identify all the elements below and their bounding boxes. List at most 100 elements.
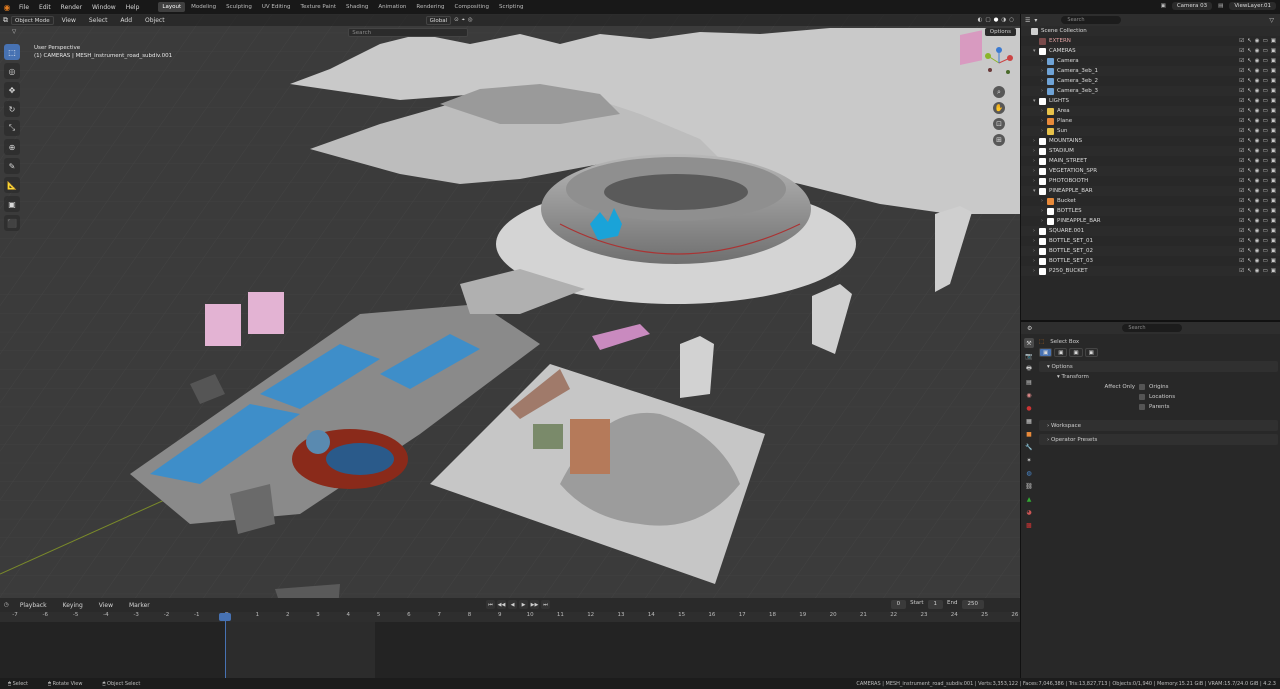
viewport-scene[interactable] [0,14,1020,598]
timeline-track[interactable] [0,622,1020,678]
camera-icon[interactable]: ▭ [1263,198,1268,204]
origins-checkbox[interactable] [1139,384,1145,390]
select-arrow-icon[interactable]: ↖ [1247,58,1252,64]
select-arrow-icon[interactable]: ↖ [1247,88,1252,94]
data-tab-icon[interactable]: ▲ [1024,494,1034,504]
render-tab-icon[interactable]: 📷 [1024,351,1034,361]
transform-orientation-dropdown[interactable]: Global [425,15,452,25]
tab-scripting[interactable]: Scripting [495,2,527,12]
camera-icon[interactable]: ▭ [1263,138,1268,144]
outliner-row[interactable]: › MAIN_STREET ☑ ↖ ◉ ▭ ▣ [1021,156,1280,166]
select-arrow-icon[interactable]: ↖ [1247,78,1252,84]
material-shading-icon[interactable]: ◑ [1001,17,1006,23]
select-arrow-icon[interactable]: ↖ [1247,48,1252,54]
display-mode-icon[interactable]: ▾ [1034,17,1037,24]
outliner-row[interactable]: › Camera_3eb_2 ☑ ↖ ◉ ▭ ▣ [1021,76,1280,86]
timeline-menu-view[interactable]: View [94,602,118,609]
texture-tab-icon[interactable]: ▩ [1024,520,1034,530]
rotate-tool-icon[interactable]: ↻ [4,101,20,117]
tab-compositing[interactable]: Compositing [451,2,493,12]
pivot-icon[interactable]: ⊙ [454,17,459,23]
outliner-row[interactable]: ▾ LIGHTS ☑ ↖ ◉ ▭ ▣ [1021,96,1280,106]
select-arrow-icon[interactable]: ↖ [1247,188,1252,194]
eye-icon[interactable]: ◉ [1255,148,1260,154]
solid-shading-icon[interactable]: ● [994,17,999,23]
render-icon[interactable]: ▣ [1271,178,1276,184]
play-icon[interactable]: ▶ [519,600,528,609]
output-tab-icon[interactable]: 🖶 [1024,364,1034,374]
measure-tool-icon[interactable]: 📐 [4,177,20,193]
eye-icon[interactable]: ◉ [1255,178,1260,184]
camera-icon[interactable]: ▭ [1263,48,1268,54]
camera-icon[interactable]: ▭ [1263,188,1268,194]
eye-icon[interactable]: ◉ [1255,218,1260,224]
outliner-row[interactable]: › Area ☑ ↖ ◉ ▭ ▣ [1021,106,1280,116]
transform-subsection[interactable]: ▾ Transform [1039,372,1278,382]
eye-icon[interactable]: ◉ [1255,228,1260,234]
outliner-row[interactable]: EXTERN ☑ ↖ ◉ ▭ ▣ [1021,36,1280,46]
axis-gizmo-icon[interactable] [982,46,1016,80]
workspace-section[interactable]: › Workspace [1039,420,1278,431]
camera-icon[interactable]: ▭ [1263,268,1268,274]
tab-animation[interactable]: Animation [374,2,410,12]
select-arrow-icon[interactable]: ↖ [1247,208,1252,214]
camera-icon[interactable]: ▭ [1263,38,1268,44]
camera-icon[interactable]: ▭ [1263,248,1268,254]
3d-viewport[interactable]: ⧉ Object Mode View Select Add Object Glo… [0,14,1020,598]
render-icon[interactable]: ▣ [1271,168,1276,174]
next-key-icon[interactable]: ▶▶ [530,600,539,609]
menu-file[interactable]: File [14,4,34,11]
exclude-checkbox-icon[interactable]: ☑ [1239,68,1244,74]
exclude-checkbox-icon[interactable]: ☑ [1239,128,1244,134]
outliner-row[interactable]: › PHOTOBOOTH ☑ ↖ ◉ ▭ ▣ [1021,176,1280,186]
eye-icon[interactable]: ◉ [1255,198,1260,204]
scale-tool-icon[interactable]: ⤡ [4,120,20,136]
render-icon[interactable]: ▣ [1271,228,1276,234]
exclude-checkbox-icon[interactable]: ☑ [1239,118,1244,124]
render-icon[interactable]: ▣ [1271,248,1276,254]
play-reverse-icon[interactable]: ◀ [508,600,517,609]
exclude-checkbox-icon[interactable]: ☑ [1239,88,1244,94]
exclude-checkbox-icon[interactable]: ☑ [1239,268,1244,274]
jump-start-icon[interactable]: ⏮ [486,600,495,609]
eye-icon[interactable]: ◉ [1255,258,1260,264]
exclude-checkbox-icon[interactable]: ☑ [1239,178,1244,184]
menu-edit[interactable]: Edit [34,4,56,11]
mode-extend-icon[interactable]: ▣ [1054,348,1068,357]
select-box-tool-icon[interactable]: ⬚ [4,44,20,60]
outliner-row[interactable]: › BOTTLE_SET_01 ☑ ↖ ◉ ▭ ▣ [1021,236,1280,246]
camera-icon[interactable]: ▭ [1263,68,1268,74]
camera-icon[interactable]: ▭ [1263,158,1268,164]
render-icon[interactable]: ▣ [1271,188,1276,194]
viewport-search[interactable]: Search [348,27,469,37]
select-arrow-icon[interactable]: ↖ [1247,68,1252,74]
menu-window[interactable]: Window [87,4,121,11]
annotate-tool-icon[interactable]: ✎ [4,158,20,174]
select-arrow-icon[interactable]: ↖ [1247,118,1252,124]
outliner-row[interactable]: Scene Collection [1021,26,1280,36]
select-arrow-icon[interactable]: ↖ [1247,158,1252,164]
current-frame-field[interactable]: 0 [890,600,907,609]
outliner-row[interactable]: › Camera_3eb_1 ☑ ↖ ◉ ▭ ▣ [1021,66,1280,76]
proportional-edit-icon[interactable]: ◎ [468,17,473,23]
outliner-row[interactable]: › Bucket ☑ ↖ ◉ ▭ ▣ [1021,196,1280,206]
viewport-menu-add[interactable]: Add [115,17,137,24]
outliner-row[interactable]: › BOTTLES ☑ ↖ ◉ ▭ ▣ [1021,206,1280,216]
viewport-menu-view[interactable]: View [57,17,81,24]
select-arrow-icon[interactable]: ↖ [1247,268,1252,274]
filter-icon[interactable]: ▽ [12,29,16,35]
menu-render[interactable]: Render [56,4,87,11]
eye-icon[interactable]: ◉ [1255,118,1260,124]
cursor-tool-icon[interactable]: ◎ [4,63,20,79]
exclude-checkbox-icon[interactable]: ☑ [1239,58,1244,64]
select-arrow-icon[interactable]: ↖ [1247,248,1252,254]
eye-icon[interactable]: ◉ [1255,68,1260,74]
outliner-row[interactable]: ▾ CAMERAS ☑ ↖ ◉ ▭ ▣ [1021,46,1280,56]
eye-icon[interactable]: ◉ [1255,128,1260,134]
camera-icon[interactable]: ▭ [1263,218,1268,224]
exclude-checkbox-icon[interactable]: ☑ [1239,188,1244,194]
select-arrow-icon[interactable]: ↖ [1247,228,1252,234]
eye-icon[interactable]: ◉ [1255,238,1260,244]
render-icon[interactable]: ▣ [1271,258,1276,264]
tab-sculpting[interactable]: Sculpting [222,2,256,12]
